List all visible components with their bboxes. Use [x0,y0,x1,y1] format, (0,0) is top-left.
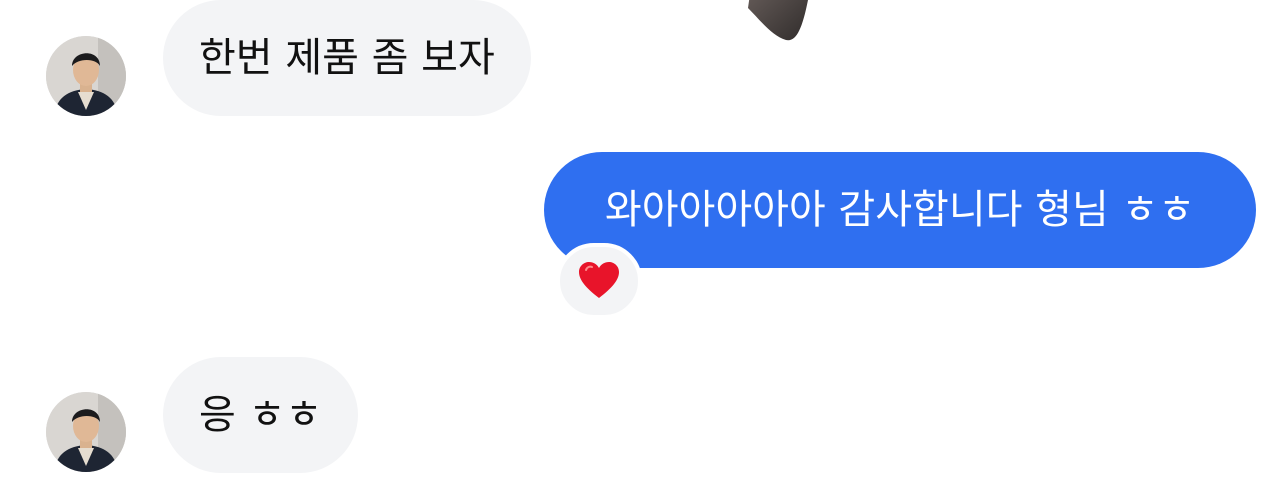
incoming-message-bubble[interactable]: 응 ㅎㅎ [163,357,359,473]
heart-icon [579,262,619,298]
avatar-photo [46,392,126,472]
message-text: 와아아아아아 감사합니다 형님 ㅎㅎ [604,187,1196,233]
outgoing-message-bubble[interactable]: 와아아아아아 감사합니다 형님 ㅎㅎ [544,152,1256,268]
incoming-message-bubble[interactable]: 한번 제품 좀 보자 [163,0,531,116]
message-text: 한번 제품 좀 보자 [199,35,495,81]
message-text: 응 ㅎㅎ [199,392,323,438]
message-reaction[interactable] [556,243,642,319]
avatar-photo [46,36,126,116]
sender-avatar[interactable] [46,392,126,472]
chat-thread: 한번 제품 좀 보자 와아아아아아 감사합니다 형님 ㅎㅎ 응 ㅎㅎ [0,0,1280,504]
partial-image-thumbnail[interactable] [742,0,812,42]
sender-avatar[interactable] [46,36,126,116]
